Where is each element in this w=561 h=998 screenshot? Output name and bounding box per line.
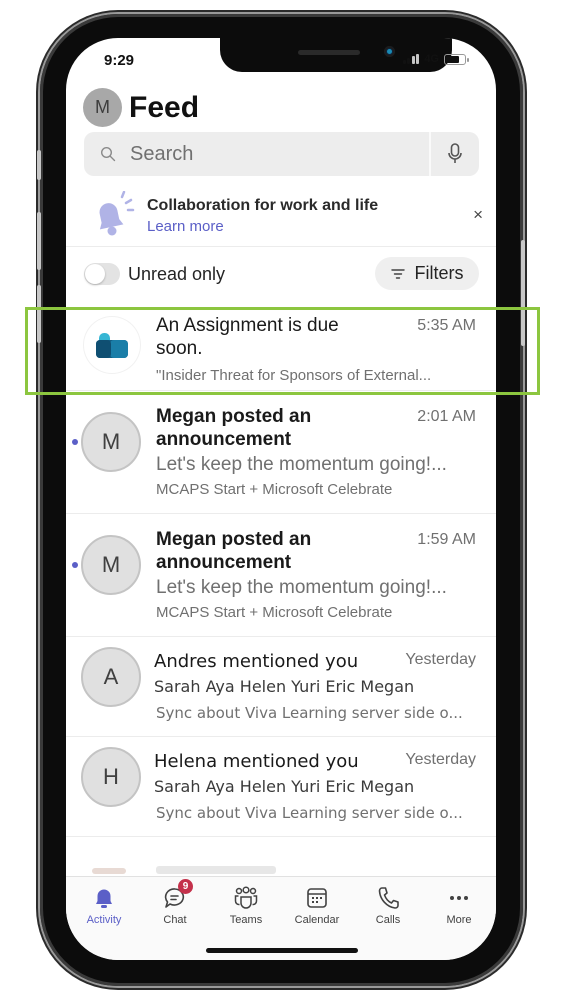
item-time: 1:59 AM xyxy=(417,531,476,548)
tab-teams[interactable]: Teams xyxy=(211,885,281,926)
page-title: Feed xyxy=(129,90,200,124)
feed-item-assignment[interactable]: An Assignment is due soon. 5:35 AM "Insi… xyxy=(66,303,496,391)
bell-ringing-icon xyxy=(88,190,136,244)
status-indicators: 4G xyxy=(402,53,469,65)
item-time: 2:01 AM xyxy=(417,408,476,425)
item-preview: "Insider Threat for Sponsors of External… xyxy=(156,367,432,384)
tab-label: More xyxy=(446,914,472,926)
tab-calls[interactable]: Calls xyxy=(353,885,423,926)
tab-label: Chat xyxy=(163,914,187,926)
item-title: Helena mentioned you xyxy=(154,751,359,772)
unread-count-badge: 9 xyxy=(178,879,193,894)
feed-item-partial[interactable] xyxy=(66,850,496,876)
avatar: M xyxy=(81,535,141,595)
more-icon xyxy=(450,896,468,900)
bell-icon xyxy=(96,889,112,908)
item-context: MCAPS Start + Microsoft Celebrate xyxy=(156,481,393,498)
item-time: 5:35 AM xyxy=(417,317,476,334)
unread-indicator xyxy=(72,562,78,568)
speaker xyxy=(298,50,360,55)
avatar: H xyxy=(81,747,141,807)
actor-name: Megan xyxy=(156,529,217,550)
avatar: M xyxy=(81,412,141,472)
item-participants: Sarah Aya Helen Yuri Eric Megan xyxy=(154,677,415,696)
status-time: 9:29 xyxy=(104,52,135,69)
feed-item-mention[interactable]: H Helena mentioned you Yesterday Sarah A… xyxy=(66,737,496,837)
action-text: mentioned you xyxy=(222,751,359,772)
tab-label: Teams xyxy=(229,914,263,926)
battery-icon xyxy=(444,53,469,65)
promo-banner: Collaboration for work and life Learn mo… xyxy=(66,183,496,247)
page-header: M Feed xyxy=(83,88,199,127)
search-bar[interactable] xyxy=(84,132,479,176)
side-button-left-volume-down xyxy=(37,285,41,343)
search-input[interactable] xyxy=(130,142,420,166)
profile-avatar[interactable]: M xyxy=(83,88,122,127)
item-title: Megan posted an announcement xyxy=(156,405,396,451)
item-time: Yesterday xyxy=(405,651,476,668)
item-title: Megan posted an announcement xyxy=(156,528,396,574)
tab-label: Activity xyxy=(86,914,122,926)
microphone-icon[interactable] xyxy=(431,132,479,176)
item-time: Yesterday xyxy=(405,751,476,768)
item-context: MCAPS Start + Microsoft Celebrate xyxy=(156,604,393,621)
search-icon xyxy=(98,144,118,164)
tab-label: Calls xyxy=(375,914,401,926)
unread-indicator xyxy=(72,439,78,445)
home-indicator[interactable] xyxy=(206,948,358,953)
item-preview: Let's keep the momentum going!... xyxy=(156,454,447,475)
tab-activity[interactable]: Activity xyxy=(69,885,139,926)
item-title: Andres mentioned you xyxy=(154,651,358,672)
unread-only-label: Unread only xyxy=(128,264,226,284)
tab-more[interactable]: More xyxy=(424,885,494,926)
signal-icon xyxy=(402,54,420,64)
close-icon[interactable]: × xyxy=(473,206,483,223)
app-screen: 9:29 4G M Feed Collaborat xyxy=(66,38,496,960)
item-participants: Sarah Aya Helen Yuri Eric Megan xyxy=(154,777,415,796)
phone-icon xyxy=(378,887,399,909)
tab-calendar[interactable]: Calendar xyxy=(282,885,352,926)
side-button-right-power xyxy=(521,240,525,346)
teams-icon xyxy=(234,886,258,909)
network-type: 4G xyxy=(424,53,439,65)
actor-name: Andres xyxy=(154,651,217,672)
actor-name: Megan xyxy=(156,406,217,427)
item-preview: Let's keep the momentum going!... xyxy=(156,577,447,598)
avatar: A xyxy=(81,647,141,707)
item-title: An Assignment is due soon. xyxy=(156,315,339,359)
partial-avatar xyxy=(92,868,126,874)
actor-name: Helena xyxy=(154,751,218,772)
filters-button[interactable]: Filters xyxy=(375,257,479,290)
feed-item-mention[interactable]: A Andres mentioned you Yesterday Sarah A… xyxy=(66,637,496,737)
divider xyxy=(154,836,496,837)
banner-title: Collaboration for work and life xyxy=(147,197,379,214)
calendar-icon xyxy=(307,888,327,908)
feed-toolbar: Unread only Filters xyxy=(66,254,496,294)
feed-item-announcement[interactable]: M Megan posted an announcement 1:59 AM L… xyxy=(66,514,496,637)
partial-text xyxy=(156,866,276,874)
feed-item-announcement[interactable]: M Megan posted an announcement 2:01 AM L… xyxy=(66,391,496,514)
action-text: mentioned you xyxy=(222,651,359,672)
camera xyxy=(384,46,395,57)
activity-feed: An Assignment is due soon. 5:35 AM "Insi… xyxy=(66,303,496,837)
filter-icon xyxy=(390,268,405,279)
side-button-left xyxy=(37,150,41,180)
toggle-knob xyxy=(85,264,105,284)
tab-label: Calendar xyxy=(294,914,340,926)
tab-chat[interactable]: 9 Chat xyxy=(140,879,210,926)
item-preview: Sync about Viva Learning server side o..… xyxy=(156,704,463,722)
learn-more-link[interactable]: Learn more xyxy=(147,218,224,235)
item-preview: Sync about Viva Learning server side o..… xyxy=(156,804,463,822)
side-button-left-volume-up xyxy=(37,212,41,270)
filters-label: Filters xyxy=(414,263,464,283)
unread-only-toggle[interactable] xyxy=(84,263,120,285)
app-icon-avatar xyxy=(84,317,140,373)
assignments-app-icon xyxy=(96,333,128,358)
